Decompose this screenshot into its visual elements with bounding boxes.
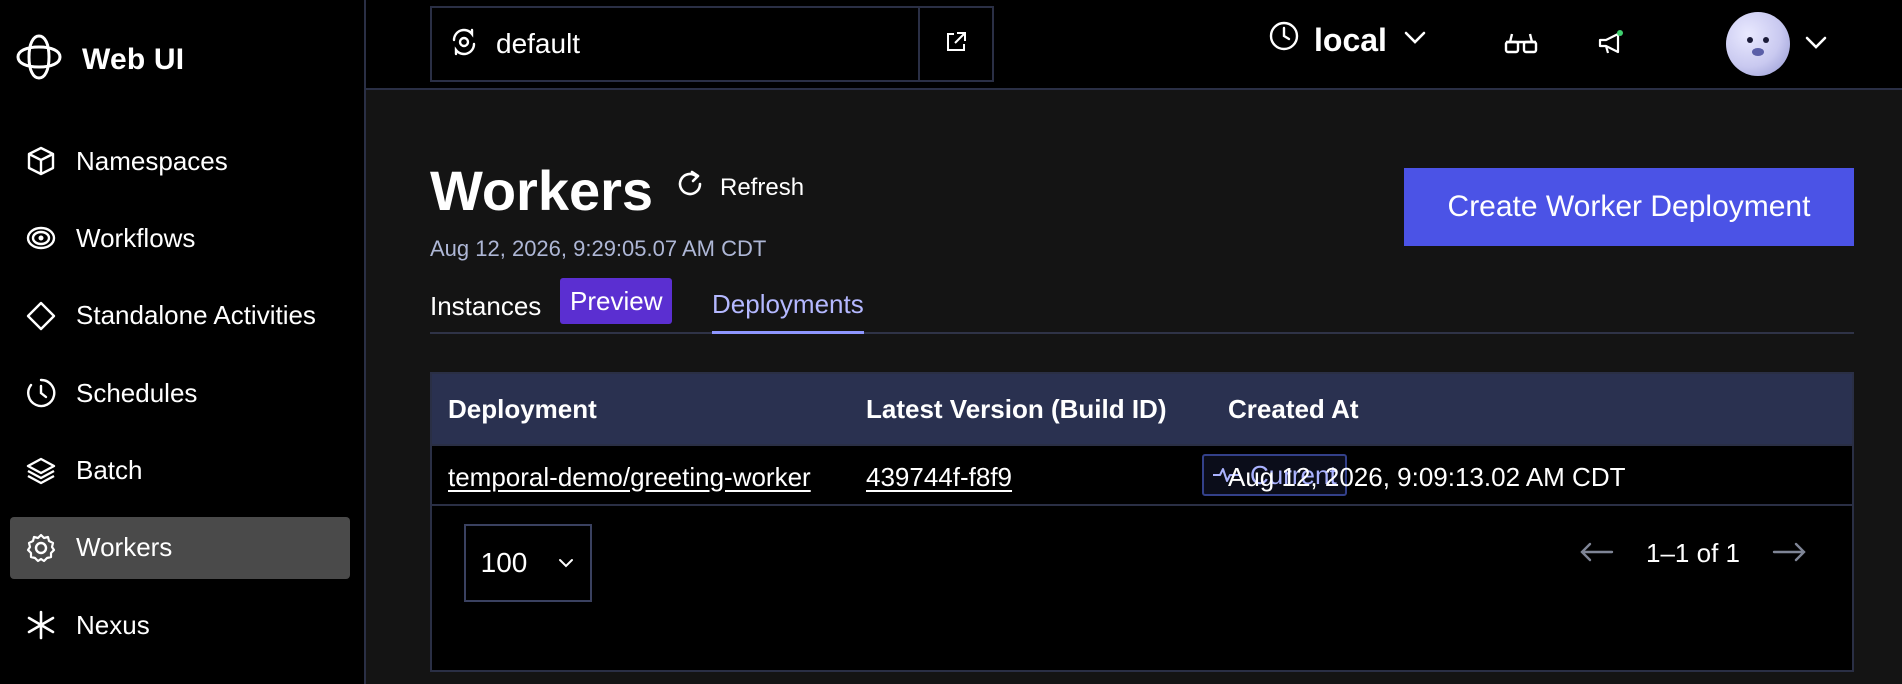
namespace-name: default [496,28,581,59]
arrow-left-icon [1580,538,1614,568]
sidebar-item-label: Workflows [76,222,196,253]
workflow-icon [24,221,58,255]
sidebar-item-label: Workers [76,532,173,563]
sidebar-item-label: Nexus [76,609,150,640]
column-header-latest-version: Latest Version (Build ID) [866,393,1167,424]
deployment-name: temporal-demo/greeting-worker [448,461,811,492]
clock-icon [1268,20,1300,60]
glasses-icon[interactable] [1502,24,1540,62]
temporal-logo-icon [16,34,62,85]
pagination: 1–1 of 1 [1580,538,1806,569]
chevron-down-icon [1802,28,1830,61]
tab-label: Instances [430,290,542,321]
refresh-icon [674,168,706,207]
sidebar: Web UI Namespaces Workflows Standalone A… [0,0,366,684]
sidebar-item-nexus[interactable]: Nexus [10,594,350,656]
top-bar: default local [366,0,1902,90]
build-id-link[interactable]: 439744f-f8f9 [866,446,1012,508]
namespace-switch-icon [448,26,480,63]
avatar [1726,12,1790,76]
sidebar-item-label: Batch [76,455,143,486]
arrow-right-icon [1772,538,1806,568]
sidebar-item-schedules[interactable]: Schedules [10,362,350,424]
per-page-value: 100 [480,547,528,578]
gear-icon [24,531,58,565]
create-worker-deployment-button[interactable]: Create Worker Deployment [1404,168,1854,246]
asterisk-icon [24,608,58,642]
page-title: Workers [430,159,654,222]
table-row: temporal-demo/greeting-worker 439744f-f8… [432,444,1852,506]
next-page-button[interactable] [1772,538,1806,569]
sidebar-item-batch[interactable]: Batch [10,440,350,502]
brand[interactable]: Web UI [16,34,184,85]
created-at-cell: Aug 12, 2026, 9:09:13.02 AM CDT [1228,461,1626,492]
tab-instances[interactable]: Instances [430,278,541,334]
column-header-deployment: Deployment [448,393,597,424]
external-link-icon [944,30,968,59]
sidebar-item-label: Schedules [76,377,198,408]
sidebar-item-namespaces[interactable]: Namespaces [10,130,350,192]
refresh-button[interactable]: Refresh [674,168,804,207]
tab-deployments[interactable]: Deployments [712,278,864,334]
deployments-table: Deployment Latest Version (Build ID) Cre… [430,372,1854,672]
main-content: Workers Refresh Aug 12, 2026, 9:29:05.07… [366,90,1902,684]
sidebar-item-workflows[interactable]: Workflows [10,207,350,269]
sidebar-item-label: Namespaces [76,145,228,176]
sidebar-item-workers[interactable]: Workers [10,516,350,579]
chevron-down-icon [1401,22,1429,59]
column-header-created-at: Created At [1228,393,1359,424]
open-namespace-button[interactable] [920,8,992,80]
tab-label: Deployments [712,289,864,319]
chevron-down-icon [557,547,575,579]
sidebar-item-label: Standalone Activities [76,300,316,331]
sidebar-item-standalone-activities[interactable]: Standalone Activities [10,285,350,347]
per-page-select[interactable]: 100 [464,524,592,602]
previous-page-button[interactable] [1580,538,1614,569]
namespace-selector[interactable]: default [430,6,994,82]
refresh-label: Refresh [720,173,805,201]
tabs: Instances Preview Deployments [430,278,1854,334]
preview-badge: Preview [560,278,673,324]
diamond-icon [24,299,58,333]
user-menu[interactable] [1726,12,1830,76]
cube-icon [24,144,58,178]
last-refreshed-timestamp: Aug 12, 2026, 9:29:05.07 AM CDT [430,236,767,261]
build-id: 439744f-f8f9 [866,461,1013,492]
namespace-switcher[interactable]: default [432,8,920,80]
timezone-selector[interactable]: local [1268,20,1429,60]
sidebar-nav: Namespaces Workflows Standalone Activiti… [10,130,350,672]
timezone-label: local [1314,21,1387,58]
brand-title: Web UI [82,42,185,76]
table-header: Deployment Latest Version (Build ID) Cre… [432,374,1852,444]
deployment-link[interactable]: temporal-demo/greeting-worker [448,446,811,508]
layers-icon [24,454,58,488]
megaphone-icon[interactable] [1592,24,1630,62]
pagination-label: 1–1 of 1 [1646,538,1740,568]
clock-icon [24,376,58,410]
